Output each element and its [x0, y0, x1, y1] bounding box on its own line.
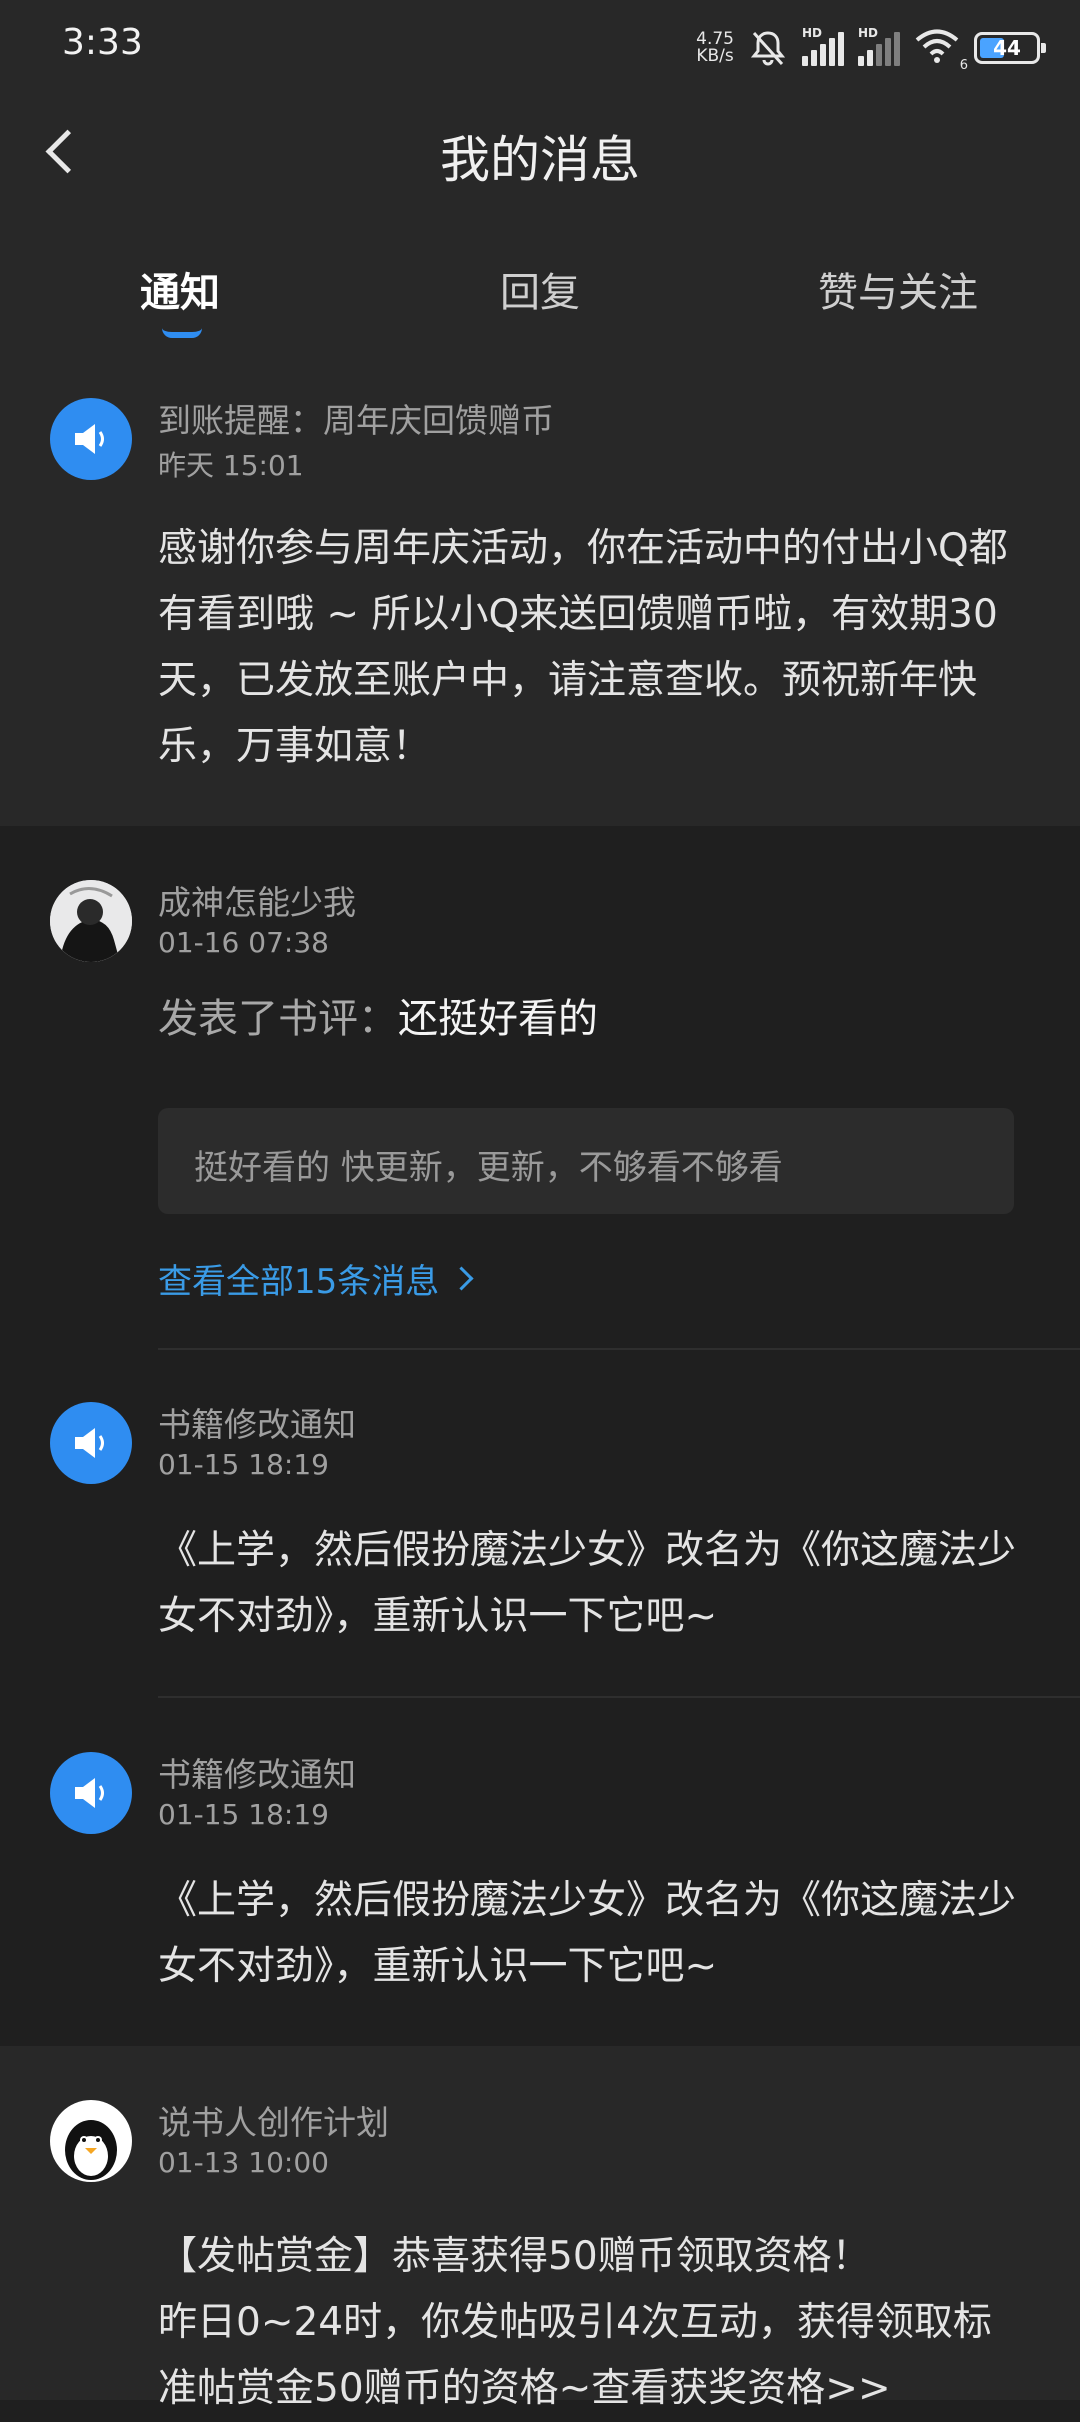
tab-notifications[interactable]: 通知: [140, 260, 220, 318]
message-body-line: 【发帖赏金】恭喜获得50赠币领取资格！: [158, 2234, 871, 2279]
tab-bar: 通知 回复 赞与关注: [0, 208, 1080, 348]
view-all-label: 查看全部15条消息: [158, 1262, 440, 1302]
review-quote-box[interactable]: 挺好看的 快更新，更新，不够看不够看: [158, 1108, 1014, 1214]
avatar[interactable]: [50, 880, 132, 962]
message-item[interactable]: 到账提醒：周年庆回馈赠币 昨天 15:01 感谢你参与周年庆活动，你在活动中的付…: [0, 348, 1080, 826]
page-title: 我的消息: [440, 131, 640, 189]
chevron-right-icon: [449, 1266, 474, 1291]
message-sender: 说书人创作计划: [158, 2103, 389, 2142]
divider: [158, 1348, 1080, 1350]
divider: [158, 1696, 1080, 1698]
message-time: 昨天 15:01: [158, 449, 304, 482]
status-bar: 3:33 4.75 KB/s HD HD 6 44: [0, 0, 1080, 96]
network-speed: 4.75 KB/s: [696, 29, 734, 66]
review-title[interactable]: 还挺好看的: [398, 996, 598, 1042]
review-line: 发表了书评：还挺好看的: [158, 986, 1030, 1052]
tab-replies[interactable]: 回复: [500, 260, 580, 318]
message-sender: 书籍修改通知: [158, 1405, 356, 1444]
review-action: 发表了书评：: [158, 996, 398, 1042]
message-time: 01-13 10:00: [158, 2146, 329, 2179]
message-time: 01-15 18:19: [158, 1448, 329, 1481]
message-time: 01-16 07:38: [158, 926, 329, 959]
wifi-icon: 6: [914, 27, 968, 73]
tab-likes-follows[interactable]: 赞与关注: [818, 260, 978, 318]
speaker-icon: [50, 1752, 132, 1834]
message-body: 《上学，然后假扮魔法少女》改名为《你这魔法少女不对劲》，重新认识一下它吧~: [158, 1878, 1017, 1989]
speaker-icon: [50, 1402, 132, 1484]
signal-icon: HD: [802, 26, 844, 66]
review-quote: 挺好看的 快更新，更新，不够看不够看: [194, 1148, 783, 1188]
tab-indicator: [162, 328, 202, 338]
view-all-link[interactable]: 查看全部15条消息: [158, 1254, 474, 1303]
message-body-line: 昨日0~24时，你发帖吸引4次互动，获得领取标准帖赏金50赠币的资格~查看获奖资…: [158, 2300, 992, 2411]
battery-icon: 44: [974, 32, 1046, 64]
message-sender: 到账提醒：周年庆回馈赠币: [158, 401, 554, 440]
message-body: 【发帖赏金】恭喜获得50赠币领取资格！ 昨日0~24时，你发帖吸引4次互动，获得…: [158, 2224, 1030, 2422]
message-sender: 书籍修改通知: [158, 1755, 356, 1794]
bell-muted-icon: [750, 31, 786, 66]
signal-icon-2: HD: [858, 26, 900, 66]
app-header: 我的消息: [0, 96, 1080, 208]
speaker-icon: [50, 398, 132, 480]
message-body: 感谢你参与周年庆活动，你在活动中的付出小Q都有看到哦 ~ 所以小Q来送回馈赠币啦…: [158, 526, 1008, 769]
message-sender: 成神怎能少我: [158, 883, 356, 922]
status-time: 3:33: [62, 22, 143, 63]
message-group: 成神怎能少我 01-16 07:38 发表了书评：还挺好看的 挺好看的 快更新，…: [0, 826, 1080, 2046]
message-body: 《上学，然后假扮魔法少女》改名为《你这魔法少女不对劲》，重新认识一下它吧~: [158, 1528, 1017, 1639]
penguin-avatar[interactable]: [50, 2100, 132, 2182]
message-item[interactable]: 说书人创作计划 01-13 10:00 【发帖赏金】恭喜获得50赠币领取资格！ …: [0, 2046, 1080, 2411]
status-icons: 4.75 KB/s HD HD 6 44: [696, 26, 1046, 73]
message-time: 01-15 18:19: [158, 1798, 329, 1831]
wifi-slot-label: 6: [959, 58, 968, 73]
